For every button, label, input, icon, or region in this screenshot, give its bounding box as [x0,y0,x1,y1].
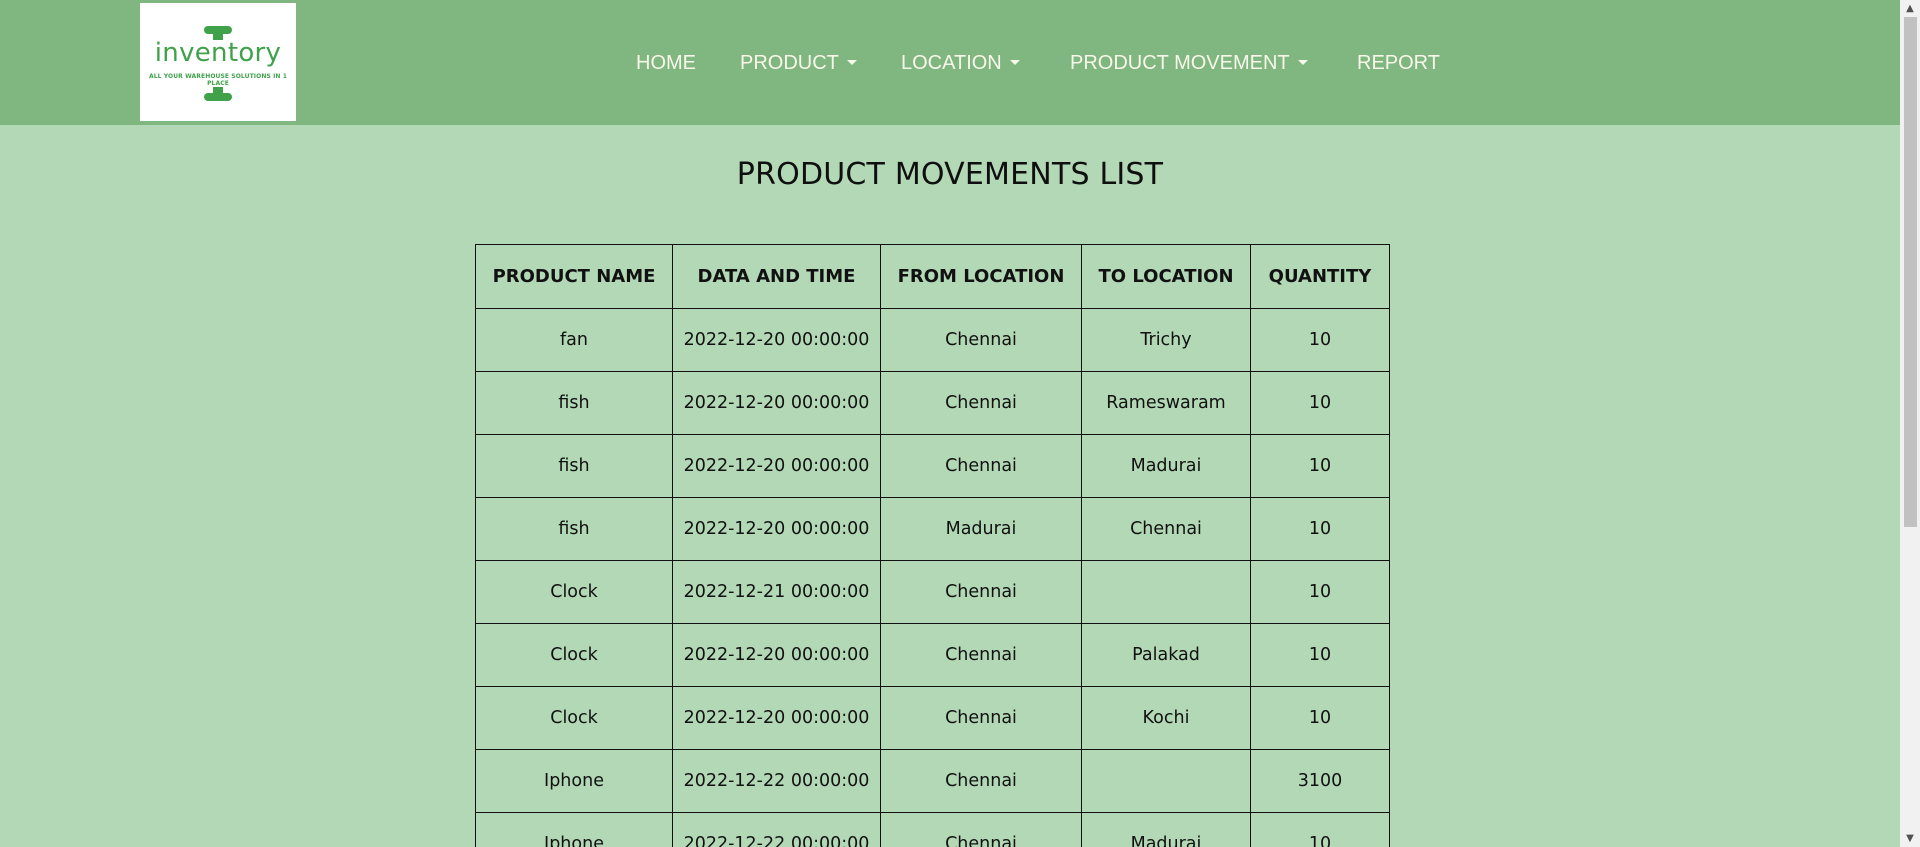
cell-quantity: 10 [1250,434,1390,498]
cell-from-location: Chennai [880,560,1082,624]
scroll-up-arrow-icon[interactable]: ▲ [1900,0,1920,17]
table-body: fan 2022-12-20 00:00:00 Chennai Trichy 1… [475,308,1390,847]
cell-to-location [1081,749,1251,813]
cell-product-name: fish [475,434,673,498]
product-movements-table: PRODUCT NAME DATA AND TIME FROM LOCATION… [475,244,1390,847]
nav-product-movement-dropdown[interactable]: PRODUCT MOVEMENT [1070,51,1308,75]
cell-date-time: 2022-12-22 00:00:00 [672,812,881,847]
cell-date-time: 2022-12-20 00:00:00 [672,308,881,372]
cell-product-name: Clock [475,560,673,624]
navbar: inventory ALL YOUR WAREHOUSE SOLUTIONS I… [0,0,1900,125]
caret-down-icon [1009,60,1020,65]
cell-product-name: Clock [475,686,673,750]
nav-location-dropdown[interactable]: LOCATION [901,51,1020,75]
nav-home-label: HOME [636,52,696,74]
table-header: PRODUCT NAME DATA AND TIME FROM LOCATION… [475,244,1390,309]
table-row: Iphone 2022-12-22 00:00:00 Chennai 3100 [475,749,1390,813]
cell-quantity: 10 [1250,308,1390,372]
cell-quantity: 10 [1250,812,1390,847]
cell-to-location: Madurai [1081,812,1251,847]
logo-bottom-mark-icon [204,87,232,101]
cell-quantity: 10 [1250,497,1390,561]
cell-from-location: Chennai [880,749,1082,813]
table-row: fish 2022-12-20 00:00:00 Chennai Rameswa… [475,371,1390,435]
page: inventory ALL YOUR WAREHOUSE SOLUTIONS I… [0,0,1900,847]
caret-down-icon [1297,60,1308,65]
column-header-date-and-time: DATA AND TIME [672,244,881,309]
cell-from-location: Chennai [880,308,1082,372]
cell-to-location: Madurai [1081,434,1251,498]
cell-product-name: fish [475,371,673,435]
nav-location-label: LOCATION [901,52,1002,74]
cell-from-location: Chennai [880,371,1082,435]
table-row: Clock 2022-12-21 00:00:00 Chennai 10 [475,560,1390,624]
vertical-scrollbar[interactable]: ▲ ▼ [1900,0,1920,847]
page-title: PRODUCT MOVEMENTS LIST [736,157,1164,192]
cell-date-time: 2022-12-22 00:00:00 [672,749,881,813]
nav-report-link[interactable]: REPORT [1357,51,1440,75]
nav-product-dropdown[interactable]: PRODUCT [740,51,857,75]
cell-quantity: 3100 [1250,749,1390,813]
cell-product-name: Iphone [475,749,673,813]
table-row: Clock 2022-12-20 00:00:00 Chennai Kochi … [475,686,1390,750]
column-header-product-name: PRODUCT NAME [475,244,673,309]
cell-to-location: Trichy [1081,308,1251,372]
table-row: fish 2022-12-20 00:00:00 Chennai Madurai… [475,434,1390,498]
cell-from-location: Madurai [880,497,1082,561]
cell-product-name: Iphone [475,812,673,847]
column-header-from-location: FROM LOCATION [880,244,1082,309]
cell-quantity: 10 [1250,560,1390,624]
logo-wordmark: inventory [154,38,282,68]
scroll-down-arrow-icon[interactable]: ▼ [1900,830,1920,847]
table-header-row: PRODUCT NAME DATA AND TIME FROM LOCATION… [475,244,1390,309]
column-header-to-location: TO LOCATION [1081,244,1251,309]
cell-product-name: fish [475,497,673,561]
cell-to-location [1081,560,1251,624]
caret-down-icon [846,60,857,65]
table-row: fish 2022-12-20 00:00:00 Madurai Chennai… [475,497,1390,561]
column-header-quantity: QUANTITY [1250,244,1390,309]
cell-product-name: fan [475,308,673,372]
cell-date-time: 2022-12-20 00:00:00 [672,434,881,498]
cell-date-time: 2022-12-20 00:00:00 [672,497,881,561]
nav-product-movement-label: PRODUCT MOVEMENT [1070,52,1290,74]
cell-quantity: 10 [1250,686,1390,750]
nav-report-label: REPORT [1357,52,1440,74]
nav-product-label: PRODUCT [740,52,839,74]
cell-date-time: 2022-12-21 00:00:00 [672,560,881,624]
cell-from-location: Chennai [880,686,1082,750]
cell-from-location: Chennai [880,623,1082,687]
cell-from-location: Chennai [880,812,1082,847]
cell-date-time: 2022-12-20 00:00:00 [672,623,881,687]
table-row: Clock 2022-12-20 00:00:00 Chennai Palaka… [475,623,1390,687]
table-row: fan 2022-12-20 00:00:00 Chennai Trichy 1… [475,308,1390,372]
nav-home-link[interactable]: HOME [636,51,696,75]
cell-to-location: Kochi [1081,686,1251,750]
logo-tagline: ALL YOUR WAREHOUSE SOLUTIONS IN 1 PLACE [149,73,287,87]
cell-to-location: Palakad [1081,623,1251,687]
logo[interactable]: inventory ALL YOUR WAREHOUSE SOLUTIONS I… [140,3,296,121]
cell-product-name: Clock [475,623,673,687]
cell-date-time: 2022-12-20 00:00:00 [672,371,881,435]
cell-to-location: Chennai [1081,497,1251,561]
table-row: Iphone 2022-12-22 00:00:00 Chennai Madur… [475,812,1390,847]
cell-date-time: 2022-12-20 00:00:00 [672,686,881,750]
scrollbar-thumb[interactable] [1904,17,1917,527]
cell-to-location: Rameswaram [1081,371,1251,435]
cell-quantity: 10 [1250,623,1390,687]
cell-quantity: 10 [1250,371,1390,435]
product-movements-table-container: PRODUCT NAME DATA AND TIME FROM LOCATION… [475,244,1390,847]
cell-from-location: Chennai [880,434,1082,498]
